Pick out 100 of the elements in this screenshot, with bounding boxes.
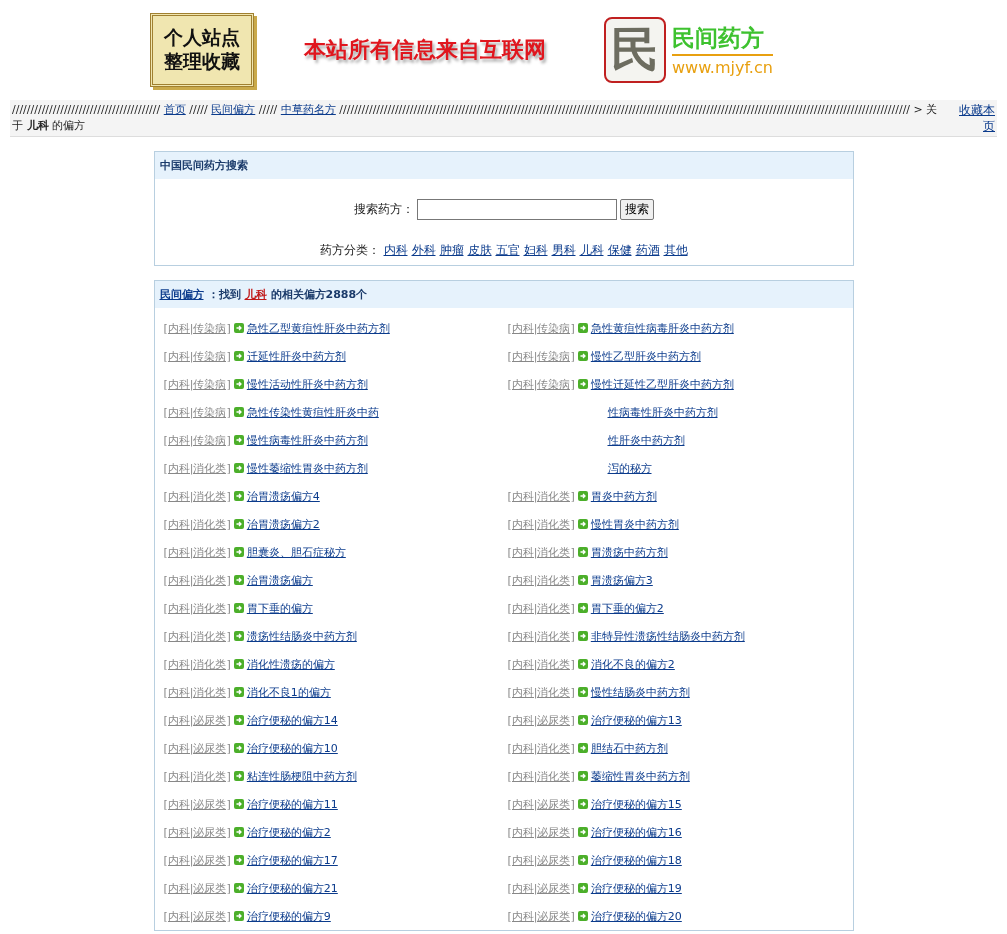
remedy-link[interactable]: 治疗便秘的偏方18 — [590, 852, 682, 868]
remedy-link[interactable]: 慢性病毒性肝炎中药方剂 — [246, 432, 368, 448]
category-tag[interactable]: [内科|消化类] — [507, 656, 575, 672]
category-tag[interactable]: [内科|泌尿类] — [163, 852, 231, 868]
category-tag[interactable]: [内科|泌尿类] — [507, 852, 575, 868]
remedy-link[interactable]: 消化性溃疡的偏方 — [246, 656, 335, 672]
category-link[interactable]: 药酒 — [635, 242, 660, 259]
category-tag[interactable]: [内科|泌尿类] — [163, 712, 231, 728]
category-tag[interactable]: [内科|传染病] — [507, 320, 575, 336]
category-tag[interactable]: [内科|消化类] — [507, 768, 575, 784]
remedy-link[interactable]: 性病毒性肝炎中药方剂 — [607, 404, 718, 420]
category-tag[interactable]: [内科|传染病] — [163, 404, 231, 420]
remedy-link[interactable]: 治疗便秘的偏方20 — [590, 908, 682, 924]
category-link[interactable]: 男科 — [551, 242, 576, 259]
remedy-link[interactable]: 治疗便秘的偏方19 — [590, 880, 682, 896]
remedy-link[interactable]: 治疗便秘的偏方14 — [246, 712, 338, 728]
category-tag[interactable]: [内科|消化类] — [163, 516, 231, 532]
remedy-link[interactable]: 胆囊炎、胆石症秘方 — [246, 544, 346, 560]
remedy-link[interactable]: 治疗便秘的偏方16 — [590, 824, 682, 840]
category-tag[interactable]: [内科|消化类] — [507, 572, 575, 588]
category-link[interactable]: 皮肤 — [467, 242, 492, 259]
section-link[interactable]: 民间偏方 — [159, 287, 204, 302]
category-tag[interactable]: [内科|消化类] — [507, 628, 575, 644]
category-tag[interactable]: [内科|泌尿类] — [507, 880, 575, 896]
category-tag[interactable]: [内科|泌尿类] — [163, 824, 231, 840]
category-tag[interactable]: [内科|传染病] — [163, 348, 231, 364]
category-tag[interactable]: [内科|消化类] — [163, 768, 231, 784]
category-link[interactable]: 内科 — [383, 242, 408, 259]
remedy-link[interactable]: 治疗便秘的偏方10 — [246, 740, 338, 756]
category-tag[interactable]: [内科|泌尿类] — [507, 796, 575, 812]
category-link[interactable]: 肿瘤 — [439, 242, 464, 259]
remedy-link[interactable]: 慢性乙型肝炎中药方剂 — [590, 348, 701, 364]
category-tag[interactable]: [内科|消化类] — [163, 572, 231, 588]
search-button[interactable]: 搜索 — [619, 199, 654, 220]
breadcrumb-link[interactable]: 首页 — [163, 103, 186, 116]
remedy-link[interactable]: 慢性活动性肝炎中药方剂 — [246, 376, 368, 392]
category-tag[interactable]: [内科|消化类] — [507, 600, 575, 616]
category-link[interactable]: 儿科 — [244, 287, 267, 302]
remedy-link[interactable]: 溃疡性结肠炎中药方剂 — [246, 628, 357, 644]
remedy-link[interactable]: 胆结石中药方剂 — [590, 740, 668, 756]
category-tag[interactable]: [内科|泌尿类] — [163, 908, 231, 924]
remedy-link[interactable]: 性肝炎中药方剂 — [607, 432, 685, 448]
remedy-link[interactable]: 胃下垂的偏方 — [246, 600, 313, 616]
category-tag[interactable]: [内科|泌尿类] — [163, 796, 231, 812]
remedy-link[interactable]: 治疗便秘的偏方21 — [246, 880, 338, 896]
category-tag[interactable]: [内科|消化类] — [507, 740, 575, 756]
category-tag[interactable]: [内科|消化类] — [163, 684, 231, 700]
category-tag[interactable]: [内科|泌尿类] — [507, 712, 575, 728]
category-tag[interactable]: [内科|泌尿类] — [163, 880, 231, 896]
remedy-link[interactable]: 治疗便秘的偏方17 — [246, 852, 338, 868]
category-tag[interactable]: [内科|传染病] — [507, 376, 575, 392]
category-link[interactable]: 保健 — [607, 242, 632, 259]
category-tag[interactable]: [内科|消化类] — [163, 460, 231, 476]
category-link[interactable]: 其他 — [663, 242, 688, 259]
category-tag[interactable]: [内科|传染病] — [163, 320, 231, 336]
remedy-link[interactable]: 治疗便秘的偏方15 — [590, 796, 682, 812]
remedy-link[interactable]: 急性黄疸性病毒肝炎中药方剂 — [590, 320, 734, 336]
remedy-link[interactable]: 泻的秘方 — [607, 460, 652, 476]
category-tag[interactable]: [内科|消化类] — [507, 684, 575, 700]
category-tag[interactable]: [内科|传染病] — [163, 376, 231, 392]
category-tag[interactable]: [内科|消化类] — [507, 544, 575, 560]
remedy-link[interactable]: 迁延性肝炎中药方剂 — [246, 348, 346, 364]
remedy-link[interactable]: 治胃溃疡偏方2 — [246, 516, 320, 532]
category-tag[interactable]: [内科|泌尿类] — [163, 740, 231, 756]
remedy-link[interactable]: 胃溃疡偏方3 — [590, 572, 653, 588]
remedy-link[interactable]: 急性传染性黄疸性肝炎中药 — [246, 404, 379, 420]
remedy-link[interactable]: 消化不良1的偏方 — [246, 684, 331, 700]
remedy-link[interactable]: 急性乙型黄疸性肝炎中药方剂 — [246, 320, 390, 336]
category-tag[interactable]: [内科|消化类] — [507, 516, 575, 532]
remedy-link[interactable]: 治胃溃疡偏方4 — [246, 488, 320, 504]
category-tag[interactable]: [内科|消化类] — [163, 656, 231, 672]
category-tag[interactable]: [内科|消化类] — [163, 600, 231, 616]
remedy-link[interactable]: 治疗便秘的偏方13 — [590, 712, 682, 728]
category-link[interactable]: 儿科 — [579, 242, 604, 259]
remedy-link[interactable]: 治疗便秘的偏方9 — [246, 908, 331, 924]
category-tag[interactable]: [内科|泌尿类] — [507, 908, 575, 924]
remedy-link[interactable]: 慢性萎缩性胃炎中药方剂 — [246, 460, 368, 476]
remedy-link[interactable]: 治疗便秘的偏方2 — [246, 824, 331, 840]
category-tag[interactable]: [内科|传染病] — [163, 432, 231, 448]
remedy-link[interactable]: 慢性迁延性乙型肝炎中药方剂 — [590, 376, 734, 392]
category-tag[interactable]: [内科|泌尿类] — [507, 824, 575, 840]
remedy-link[interactable]: 治胃溃疡偏方 — [246, 572, 313, 588]
remedy-link[interactable]: 慢性胃炎中药方剂 — [590, 516, 679, 532]
remedy-link[interactable]: 胃炎中药方剂 — [590, 488, 657, 504]
remedy-link[interactable]: 粘连性肠梗阻中药方剂 — [246, 768, 357, 784]
remedy-link[interactable]: 胃下垂的偏方2 — [590, 600, 664, 616]
category-tag[interactable]: [内科|消化类] — [507, 488, 575, 504]
breadcrumb-link[interactable]: 中草药名方 — [280, 103, 336, 116]
remedy-link[interactable]: 慢性结肠炎中药方剂 — [590, 684, 690, 700]
category-link[interactable]: 外科 — [411, 242, 436, 259]
category-tag[interactable]: [内科|传染病] — [507, 348, 575, 364]
breadcrumb-link[interactable]: 民间偏方 — [211, 103, 256, 116]
category-link[interactable]: 五官 — [495, 242, 520, 259]
category-tag[interactable]: [内科|消化类] — [163, 488, 231, 504]
remedy-link[interactable]: 胃溃疡中药方剂 — [590, 544, 668, 560]
remedy-link[interactable]: 治疗便秘的偏方11 — [246, 796, 338, 812]
category-link[interactable]: 妇科 — [523, 242, 548, 259]
remedy-link[interactable]: 消化不良的偏方2 — [590, 656, 675, 672]
remedy-link[interactable]: 萎缩性胃炎中药方剂 — [590, 768, 690, 784]
category-tag[interactable]: [内科|消化类] — [163, 544, 231, 560]
